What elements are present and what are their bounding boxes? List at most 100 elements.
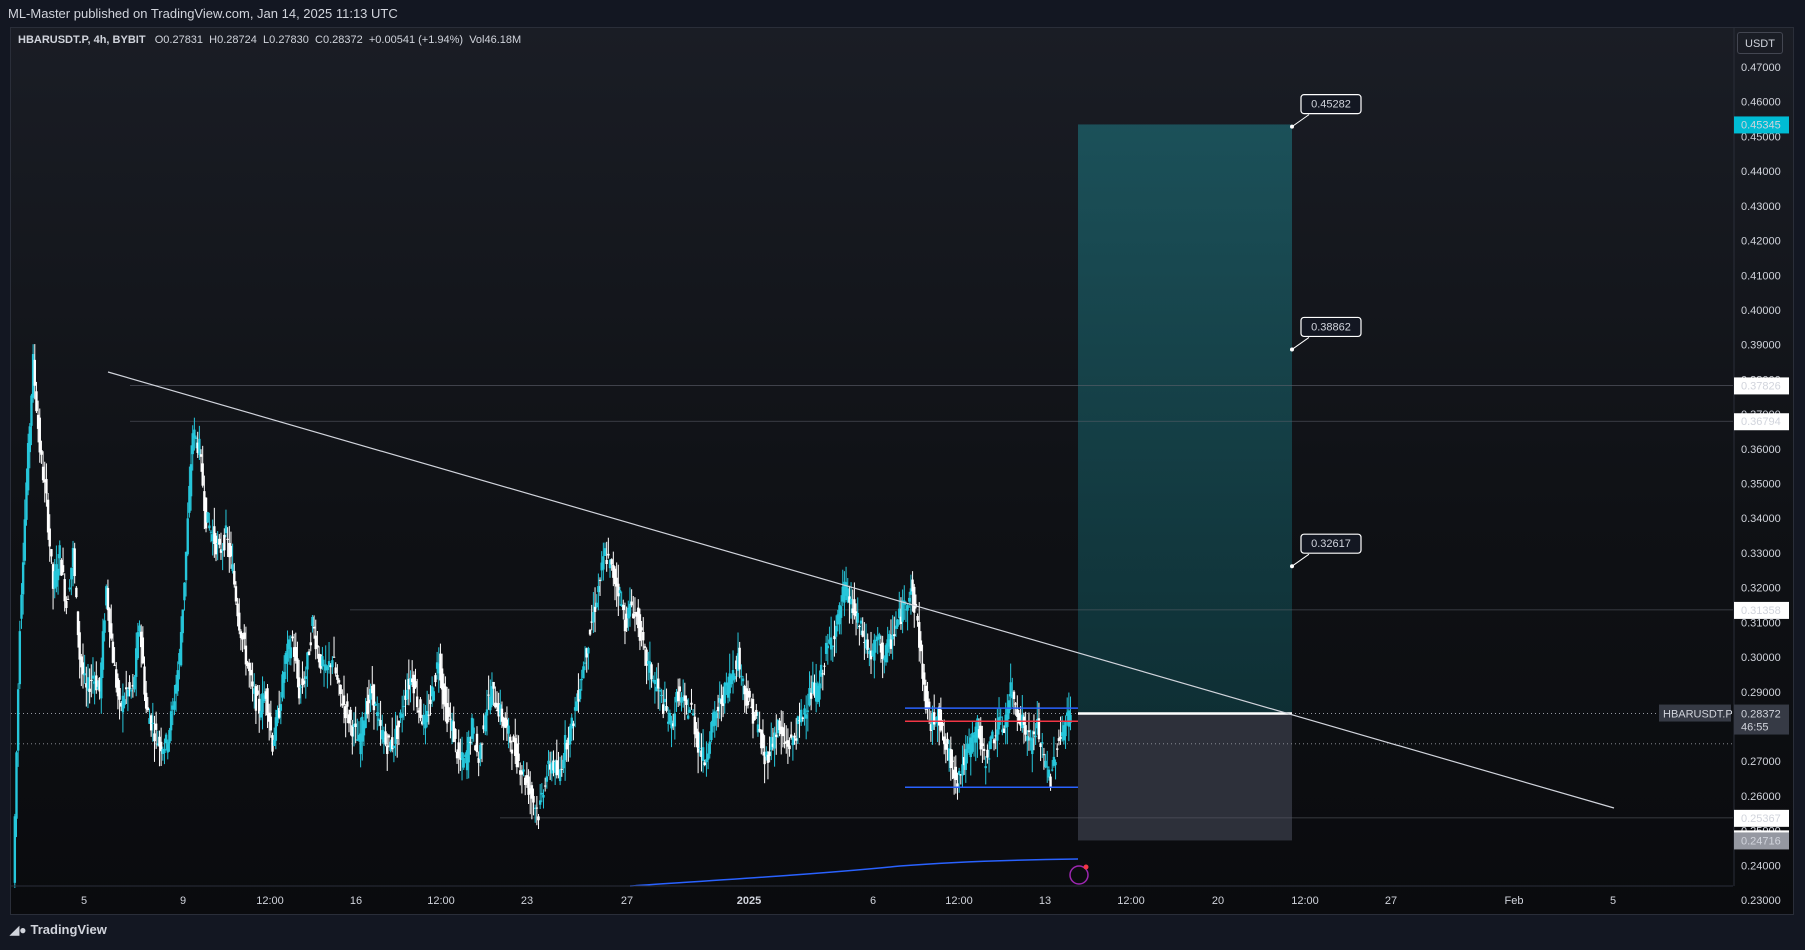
candle-body (928, 701, 931, 708)
candle-body (316, 645, 319, 648)
candle-body (748, 690, 751, 698)
candle-body (297, 677, 301, 699)
candle-body (184, 551, 188, 581)
candle-body (334, 667, 337, 674)
candle-body (128, 682, 131, 690)
candle-body (427, 714, 430, 716)
symbol-badge-label: HBARUSDT.P (1663, 709, 1733, 721)
candle-body (462, 758, 465, 768)
candle-body (208, 525, 211, 529)
candle-body (676, 691, 680, 702)
candle-body (469, 741, 472, 743)
candle-body (311, 616, 314, 626)
candle-body (1047, 769, 1051, 778)
footer-brand: TradingView (30, 922, 107, 937)
candle-body (234, 586, 238, 602)
candle-body (189, 464, 193, 497)
candle-body (881, 642, 884, 660)
candle-body (492, 681, 495, 689)
candle-body (45, 478, 48, 494)
candle-body (826, 645, 829, 649)
candle-body (249, 669, 253, 676)
candle-body (397, 720, 401, 728)
candle-body (396, 725, 399, 740)
candle-body (164, 734, 168, 744)
candle-body (919, 640, 923, 652)
candle-body (856, 612, 859, 623)
candle-body (1054, 762, 1057, 766)
candle-body (703, 762, 706, 766)
candle-body (941, 722, 944, 726)
candle-body (1012, 691, 1016, 700)
candle-body (989, 736, 992, 750)
candle-body (628, 603, 632, 617)
candle-body (1051, 769, 1054, 771)
candle-body (906, 605, 909, 611)
candle-body (896, 619, 899, 627)
price-badge-label: 0.24716 (1741, 835, 1781, 847)
candle-body (15, 752, 18, 819)
candle-body (630, 601, 633, 606)
candle-body (878, 634, 881, 639)
candle-body (176, 670, 179, 692)
candle-body (66, 598, 70, 600)
y-tick-label: 0.36000 (1741, 444, 1781, 456)
candle-body (30, 395, 33, 426)
candle-body (642, 632, 645, 641)
tradingview-footer: ◢● TradingView (10, 922, 107, 937)
price-badge-label: 0.37826 (1741, 380, 1781, 392)
candle-body (56, 568, 60, 581)
candle-body (1034, 735, 1037, 738)
candle-body (691, 713, 695, 716)
candle-body (946, 738, 949, 745)
candle-body (942, 736, 946, 745)
candle-body (570, 717, 573, 729)
candle-body (81, 662, 85, 675)
candle-body (781, 727, 785, 737)
candle-body (923, 672, 926, 685)
y-tick-label: 0.47000 (1741, 62, 1781, 74)
candle-body (578, 689, 582, 700)
candle-body (58, 545, 61, 559)
candle-body (583, 662, 587, 664)
candle-body (823, 665, 826, 667)
candle-body (834, 625, 838, 637)
price-chart[interactable]: 0.452820.388620.326170.470000.460000.450… (0, 0, 1805, 950)
candle-body (90, 679, 93, 681)
candle-body (151, 722, 155, 724)
candle-body (1024, 725, 1027, 735)
candle-body (859, 620, 863, 624)
candle-body (653, 679, 657, 685)
candle-body (740, 675, 743, 677)
candle-body (76, 611, 80, 636)
candle-body (18, 631, 22, 685)
candle-body (605, 559, 608, 565)
candle-body (949, 749, 953, 768)
candle-body (447, 707, 450, 717)
candle-body (517, 753, 520, 762)
candle-body (374, 703, 377, 706)
candle-body (126, 689, 130, 697)
candle-body (753, 715, 756, 721)
candle-body (490, 686, 494, 705)
candle-body (402, 705, 406, 707)
candle-body (133, 676, 136, 690)
candle-body (598, 579, 602, 581)
candle-body (1044, 760, 1047, 768)
candle-body (254, 686, 258, 711)
y-tick-label: 0.32000 (1741, 583, 1781, 595)
y-tick-label: 0.34000 (1741, 513, 1781, 525)
candle-body (326, 666, 329, 671)
candle-body (209, 531, 213, 533)
x-tick-label: 5 (1610, 895, 1616, 907)
candle-body (562, 759, 565, 769)
candle-body (291, 636, 294, 639)
price-badge-label: 0.28372 (1741, 709, 1781, 721)
candle-body (610, 559, 613, 565)
candle-body (688, 709, 692, 713)
candle-body (893, 634, 896, 636)
candle-body (46, 499, 50, 533)
y-tick-label: 0.29000 (1741, 687, 1781, 699)
target-pointer (1291, 337, 1310, 350)
candle-body (68, 587, 71, 590)
